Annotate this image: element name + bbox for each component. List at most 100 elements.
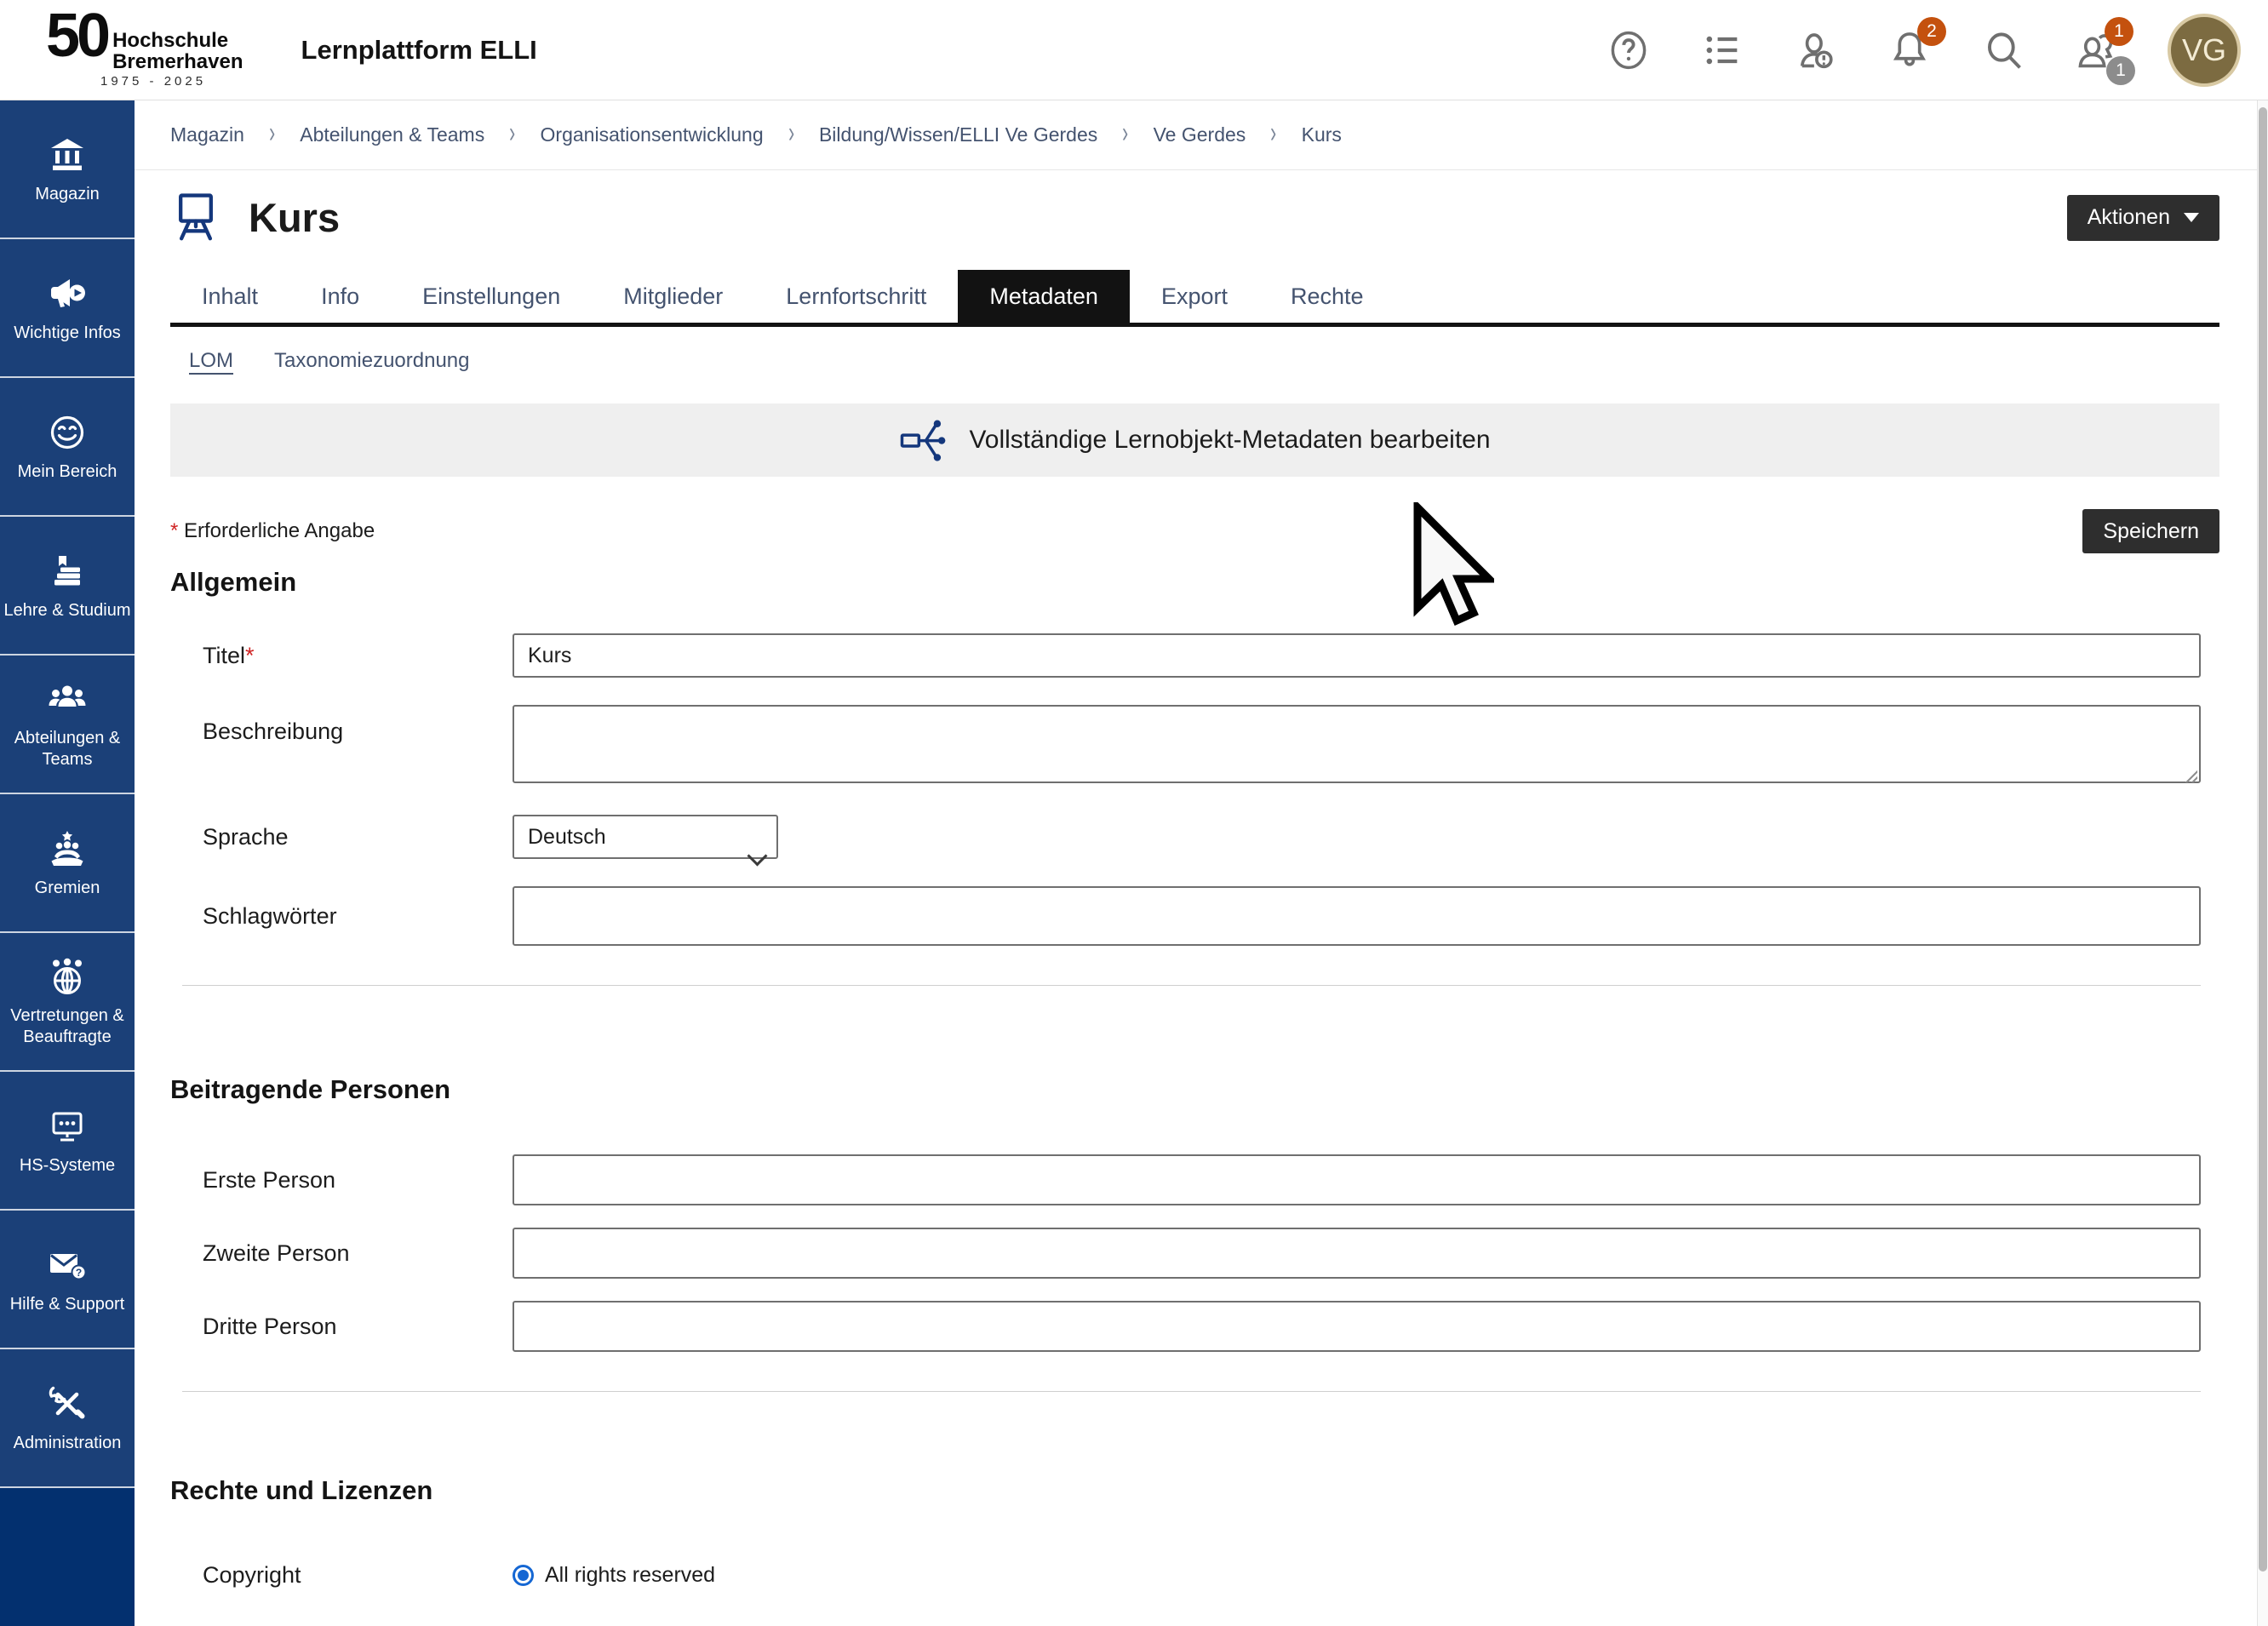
breadcrumb-item[interactable]: Bildung/Wissen/ELLI Ve Gerdes xyxy=(819,123,1097,146)
search-button[interactable] xyxy=(1980,27,2026,73)
logo-top: 50 Hochschule Bremerhaven xyxy=(46,11,243,73)
share-tree-icon xyxy=(899,416,947,464)
schlagwoerter-input[interactable] xyxy=(513,886,2201,946)
breadcrumb-item[interactable]: Magazin xyxy=(170,123,244,146)
form-row-erste-person: Erste Person xyxy=(170,1154,2219,1205)
member-status-button[interactable] xyxy=(1793,27,1839,73)
sidebar-item-label: Lehre & Studium xyxy=(4,600,131,621)
tab-lernfortschritt[interactable]: Lernfortschritt xyxy=(754,270,958,323)
titel-label-text: Titel xyxy=(203,643,245,668)
save-button[interactable]: Speichern xyxy=(2082,509,2219,553)
zweite-person-input[interactable] xyxy=(513,1228,2201,1279)
chevron-right-icon: › xyxy=(269,118,275,147)
avatar[interactable]: VG xyxy=(2168,14,2241,87)
tab-bar: Inhalt Info Einstellungen Mitglieder Ler… xyxy=(170,270,2219,327)
sidebar-item-hilfe-support[interactable]: ? Hilfe & Support xyxy=(0,1211,135,1349)
edit-full-metadata-label: Vollständige Lernobjekt-Metadaten bearbe… xyxy=(969,426,1490,455)
erste-person-input[interactable] xyxy=(513,1154,2201,1205)
subtab-taxonomiezuordnung[interactable]: Taxonomiezuordnung xyxy=(274,349,470,373)
logo-50: 50 xyxy=(46,11,107,61)
vertical-scrollbar xyxy=(2257,100,2268,1626)
sidebar-item-magazin[interactable]: Magazin xyxy=(0,100,135,239)
copyright-radio[interactable] xyxy=(513,1565,534,1586)
tab-export[interactable]: Export xyxy=(1130,270,1259,323)
edit-full-metadata-link[interactable]: Vollständige Lernobjekt-Metadaten bearbe… xyxy=(170,404,2219,477)
logo-school-name: Hochschule Bremerhaven xyxy=(112,30,243,73)
dritte-person-label: Dritte Person xyxy=(170,1314,513,1340)
tab-inhalt[interactable]: Inhalt xyxy=(170,270,289,323)
notifications-button[interactable]: 2 xyxy=(1887,27,1933,73)
sidebar-item-label: Magazin xyxy=(35,184,100,205)
university-logo: 50 Hochschule Bremerhaven 1975 - 2025 xyxy=(46,11,243,89)
dritte-person-input[interactable] xyxy=(513,1301,2201,1352)
chevron-right-icon: › xyxy=(788,118,794,147)
sidebar-item-hs-systeme[interactable]: HS-Systeme xyxy=(0,1072,135,1211)
smiley-icon xyxy=(46,411,89,454)
sidebar-item-gremien[interactable]: Gremien xyxy=(0,794,135,933)
help-button[interactable] xyxy=(1606,27,1652,73)
user-alert-icon xyxy=(1794,28,1838,72)
breadcrumb: Magazin › Abteilungen & Teams › Organisa… xyxy=(135,100,2257,170)
course-easel-icon xyxy=(170,189,221,246)
sidebar-item-vertretungen[interactable]: Vertretungen & Beauftragte xyxy=(0,933,135,1072)
sidebar-item-label: Administration xyxy=(14,1433,122,1454)
breadcrumb-item-current[interactable]: Kurs xyxy=(1302,123,1342,146)
sidebar-item-label: Mein Bereich xyxy=(18,461,117,483)
section-heading-allgemein: Allgemein xyxy=(170,567,2219,598)
sidebar-item-mein-bereich[interactable]: Mein Bereich xyxy=(0,378,135,517)
tab-metadaten[interactable]: Metadaten xyxy=(958,270,1130,323)
scrollbar-thumb[interactable] xyxy=(2259,107,2267,1572)
breadcrumb-item[interactable]: Abteilungen & Teams xyxy=(300,123,484,146)
breadcrumb-item[interactable]: Ve Gerdes xyxy=(1154,123,1246,146)
tab-einstellungen[interactable]: Einstellungen xyxy=(391,270,592,323)
logo-years: 1975 - 2025 xyxy=(100,74,243,89)
megaphone-icon xyxy=(46,272,89,315)
schlagwoerter-label: Schlagwörter xyxy=(170,903,513,930)
sidebar-item-administration[interactable]: Administration xyxy=(0,1349,135,1488)
section-divider xyxy=(182,1391,2201,1392)
sprache-select[interactable]: Deutsch xyxy=(513,815,778,859)
erste-person-label: Erste Person xyxy=(170,1167,513,1194)
copyright-radio-label: All rights reserved xyxy=(545,1563,715,1588)
search-icon xyxy=(1981,28,2025,72)
form-row-beschreibung: Beschreibung xyxy=(170,705,2219,787)
titel-input[interactable] xyxy=(513,633,2201,678)
list-icon xyxy=(1700,28,1744,72)
titel-label: Titel* xyxy=(170,643,513,669)
section-divider xyxy=(182,985,2201,986)
beschreibung-label: Beschreibung xyxy=(170,719,513,745)
notifications-badge: 2 xyxy=(1917,17,1946,46)
form-row-zweite-person: Zweite Person xyxy=(170,1228,2219,1279)
sidebar-item-label: Abteilungen & Teams xyxy=(3,728,131,770)
required-note: * Erforderliche Angabe xyxy=(170,519,375,543)
app-title: Lernplattform ELLI xyxy=(301,35,537,66)
globe-people-icon xyxy=(46,955,89,998)
sidebar-item-label: Hilfe & Support xyxy=(10,1294,125,1315)
actions-button[interactable]: Aktionen xyxy=(2067,195,2219,241)
section-heading-rechte: Rechte und Lizenzen xyxy=(170,1475,2219,1506)
tab-mitglieder[interactable]: Mitglieder xyxy=(592,270,754,323)
form-header-row: * Erforderliche Angabe Speichern xyxy=(170,509,2219,553)
tab-info[interactable]: Info xyxy=(289,270,391,323)
app-window: 50 Hochschule Bremerhaven 1975 - 2025 Le… xyxy=(0,0,2268,1626)
todo-list-button[interactable] xyxy=(1699,27,1745,73)
sidebar-item-lehre-studium[interactable]: Lehre & Studium xyxy=(0,517,135,656)
contacts-button[interactable]: 1 1 xyxy=(2074,27,2120,73)
top-header: 50 Hochschule Bremerhaven 1975 - 2025 Le… xyxy=(0,0,2268,100)
tab-rechte[interactable]: Rechte xyxy=(1259,270,1395,323)
sidebar-item-label: Wichtige Infos xyxy=(14,323,121,344)
required-asterisk: * xyxy=(245,643,255,668)
sidebar-item-wichtige-infos[interactable]: Wichtige Infos xyxy=(0,239,135,378)
sidebar-item-abteilungen-teams[interactable]: Abteilungen & Teams xyxy=(0,656,135,794)
form-row-copyright: Copyright All rights reserved xyxy=(170,1562,2219,1589)
beschreibung-textarea[interactable] xyxy=(513,705,2201,783)
page-title-row: Kurs Aktionen xyxy=(170,189,2219,246)
subtab-lom[interactable]: LOM xyxy=(189,349,233,373)
committee-icon xyxy=(46,827,89,870)
required-note-text: Erforderliche Angabe xyxy=(184,519,375,542)
breadcrumb-item[interactable]: Organisationsentwicklung xyxy=(541,123,764,146)
help-icon xyxy=(1606,28,1651,72)
main-area: Magazin › Abteilungen & Teams › Organisa… xyxy=(135,100,2257,1626)
required-asterisk: * xyxy=(170,519,178,542)
sidebar-item-label: HS-Systeme xyxy=(20,1155,115,1177)
